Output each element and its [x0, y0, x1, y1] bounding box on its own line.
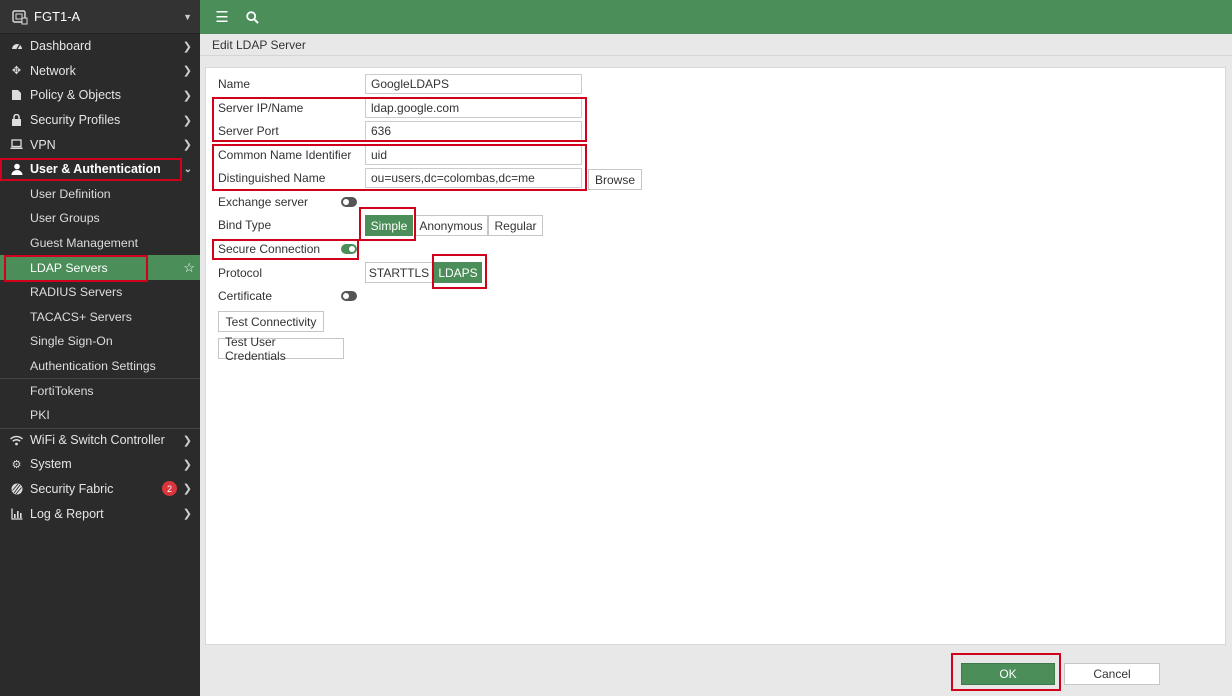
chevron-down-icon: ⌄	[183, 163, 192, 175]
star-icon[interactable]: ☆	[183, 260, 195, 276]
nav-label: Network	[30, 63, 76, 78]
nav-label: VPN	[30, 137, 56, 152]
browse-button[interactable]: Browse	[588, 169, 642, 190]
certificate-toggle[interactable]	[341, 291, 357, 301]
sidebar-item-pki[interactable]: PKI	[0, 403, 200, 428]
protocol-label: Protocol	[218, 266, 263, 280]
bind-type-anonymous[interactable]: Anonymous	[414, 215, 488, 236]
chevron-right-icon: ❯	[182, 139, 192, 152]
chevron-right-icon: ❯	[182, 483, 192, 496]
chevron-right-icon: ❯	[182, 40, 192, 53]
wifi-icon	[10, 434, 23, 447]
nav-system[interactable]: ⚙ System ❯	[0, 452, 200, 477]
chevron-right-icon: ❯	[182, 65, 192, 78]
sidebar-item-single-sign-on[interactable]: Single Sign-On	[0, 329, 200, 354]
gear-icon: ⚙	[11, 458, 22, 471]
dashboard-icon	[10, 40, 23, 53]
nav-label: Dashboard	[30, 39, 92, 54]
chevron-right-icon: ❯	[182, 508, 192, 521]
server-ip-field[interactable]: ldap.google.com	[365, 98, 582, 118]
device-name: FGT1-A	[34, 9, 81, 24]
distinguished-name-label: Distinguished Name	[218, 171, 326, 185]
device-icon	[12, 9, 28, 25]
nav-label: Log & Report	[30, 506, 104, 521]
test-user-credentials-button[interactable]: Test User Credentials	[218, 335, 344, 363]
nav-label: System	[30, 457, 72, 472]
sidebar-item-tacacs-servers[interactable]: TACACS+ Servers	[0, 305, 200, 330]
cn-identifier-field[interactable]: uid	[365, 145, 582, 165]
sidebar-item-guest-management[interactable]: Guest Management	[0, 231, 200, 256]
protocol-ldaps[interactable]: LDAPS	[434, 262, 482, 283]
laptop-icon	[10, 138, 23, 151]
secure-connection-toggle[interactable]	[341, 244, 357, 254]
chevron-right-icon: ❯	[182, 434, 192, 447]
sidebar-item-user-definition[interactable]: User Definition	[0, 182, 200, 207]
cancel-button[interactable]: Cancel	[1064, 663, 1160, 685]
server-port-label: Server Port	[218, 124, 279, 138]
nav-label: User & Authentication	[30, 162, 161, 177]
nav-label: Policy & Objects	[30, 88, 122, 103]
policy-icon	[10, 89, 23, 102]
name-label: Name	[218, 77, 251, 91]
nav-user-authentication[interactable]: User & Authentication ⌄	[0, 157, 200, 182]
certificate-label: Certificate	[218, 289, 273, 303]
chevron-right-icon: ❯	[182, 89, 192, 102]
secure-connection-label: Secure Connection	[218, 242, 321, 256]
nav-wifi-switch[interactable]: WiFi & Switch Controller ❯	[0, 427, 200, 453]
sidebar-item-radius-servers[interactable]: RADIUS Servers	[0, 280, 200, 305]
nav-network[interactable]: ✥ Network ❯	[0, 59, 200, 84]
nav-policy-objects[interactable]: Policy & Objects ❯	[0, 83, 200, 108]
sidebar-item-ldap-servers[interactable]: LDAP Servers ☆	[0, 255, 200, 280]
bind-type-regular[interactable]: Regular	[488, 215, 543, 236]
nav-vpn[interactable]: VPN ❯	[0, 132, 200, 157]
chevron-right-icon: ❯	[182, 114, 192, 127]
page-title: Edit LDAP Server	[200, 34, 1232, 56]
sidebar-item-authentication-settings[interactable]: Authentication Settings	[0, 354, 200, 379]
exchange-server-label: Exchange server	[218, 195, 309, 209]
nav-label: WiFi & Switch Controller	[30, 433, 165, 448]
nav-log-report[interactable]: Log & Report ❯	[0, 501, 200, 526]
chart-icon	[10, 507, 23, 520]
server-port-field[interactable]: 636	[365, 121, 582, 141]
bind-type-simple[interactable]: Simple	[365, 215, 413, 236]
distinguished-name-field[interactable]: ou=users,dc=colombas,dc=me	[365, 168, 582, 188]
menu-icon[interactable]: ☰	[210, 5, 234, 29]
protocol-starttls[interactable]: STARTTLS	[365, 262, 433, 283]
chevron-down-icon: ▼	[183, 11, 192, 22]
sidebar: FGT1-A ▼ Dashboard ❯ ✥ Network ❯ Policy …	[0, 0, 200, 696]
sidebar-item-user-groups[interactable]: User Groups	[0, 206, 200, 231]
cn-identifier-label: Common Name Identifier	[218, 148, 352, 162]
test-connectivity-button[interactable]: Test Connectivity	[218, 311, 324, 332]
sidebar-item-label: LDAP Servers	[30, 260, 108, 275]
exchange-server-toggle[interactable]	[341, 197, 357, 207]
top-bar: ☰	[200, 0, 1232, 34]
lock-icon	[10, 114, 23, 127]
device-selector[interactable]: FGT1-A ▼	[0, 0, 200, 34]
bind-type-label: Bind Type	[218, 218, 272, 232]
notification-badge: 2	[162, 481, 177, 497]
search-icon[interactable]	[240, 5, 264, 29]
chevron-right-icon: ❯	[182, 458, 192, 471]
nav-dashboard[interactable]: Dashboard ❯	[0, 34, 200, 59]
nav-security-fabric[interactable]: Security Fabric 2 ❯	[0, 477, 200, 502]
sidebar-item-fortitokens[interactable]: FortiTokens	[0, 378, 200, 403]
name-field[interactable]: GoogleLDAPS	[365, 74, 582, 94]
security-fabric-icon	[10, 482, 23, 495]
nav-label: Security Fabric	[30, 481, 114, 496]
ok-button[interactable]: OK	[961, 663, 1055, 685]
user-icon	[10, 163, 23, 176]
form-panel	[205, 67, 1226, 645]
nav-label: Security Profiles	[30, 113, 121, 128]
server-ip-label: Server IP/Name	[218, 101, 304, 115]
nav-security-profiles[interactable]: Security Profiles ❯	[0, 108, 200, 133]
network-icon: ✥	[11, 65, 22, 78]
